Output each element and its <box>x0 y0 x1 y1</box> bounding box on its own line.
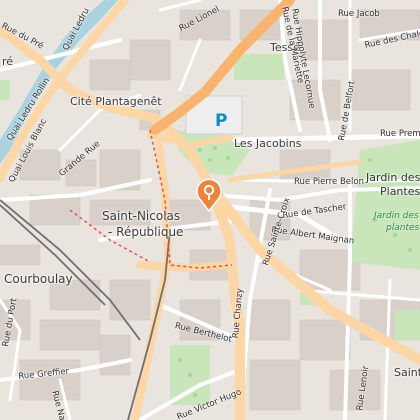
label-les-jacobins: Les Jacobins <box>234 137 302 150</box>
label-jardin-des-plantes-park: Jardin des <box>374 211 419 221</box>
street-rue-pierre-belon: Rue Pierre Belon <box>294 177 364 187</box>
label-courboulay: Courboulay <box>4 272 73 286</box>
label-re-partial: ré <box>2 55 14 68</box>
label-plantes-park: plantes <box>386 223 420 233</box>
label-jardin-des: Jardin des <box>366 171 420 184</box>
street-rue-jacob: Rue Jacob <box>338 9 380 19</box>
street-rue-premartine: Rue Prem <box>380 129 420 139</box>
location-marker-icon[interactable] <box>196 178 222 213</box>
parking-icon: P <box>204 106 234 132</box>
label-saint-nicolas: Saint-Nicolas <box>102 209 181 223</box>
label-saint-partial: Saint <box>394 366 420 379</box>
parking-letter: P <box>215 111 227 131</box>
label-cite-plantagenet: Cité Plantagenêt <box>70 95 162 108</box>
label-republique: - République <box>108 225 184 239</box>
label-plantes-place: Plantes <box>380 185 420 198</box>
map-view[interactable]: P Cité Plantagenêt Les Jacobins Tessé Sa… <box>0 0 420 420</box>
